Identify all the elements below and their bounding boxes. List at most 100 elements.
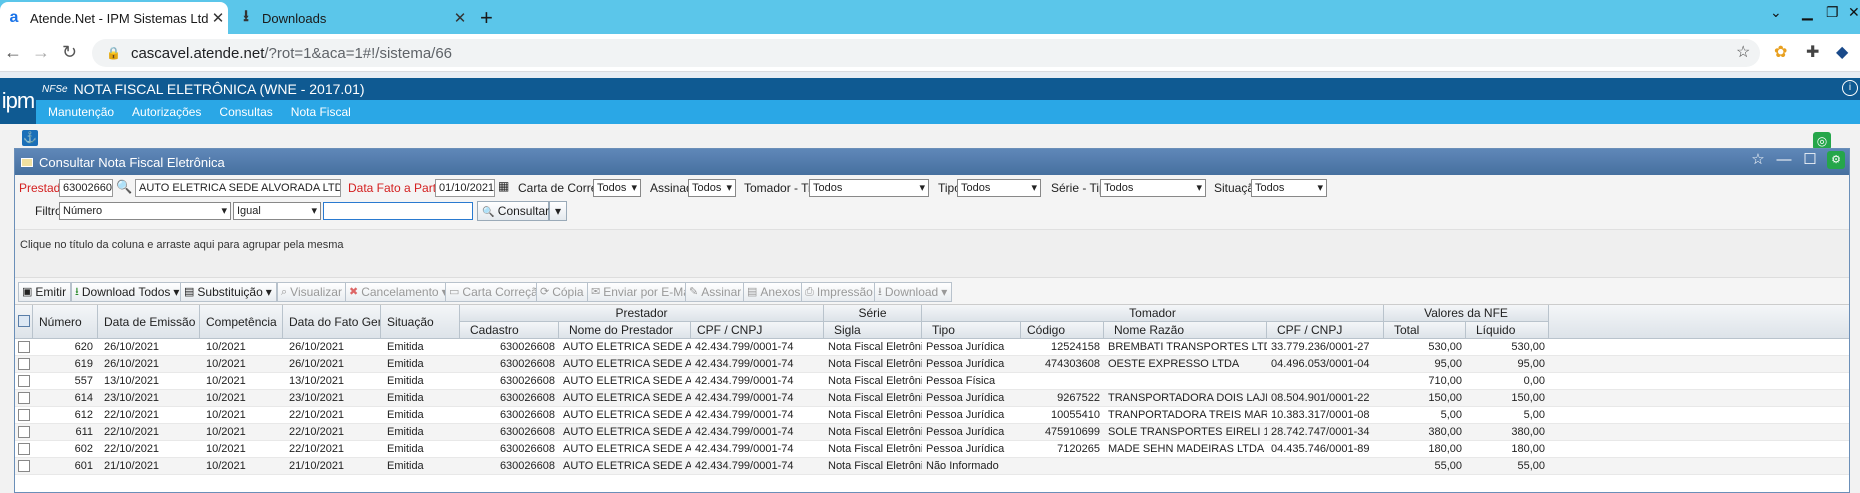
filtro-field-select[interactable]: Número (59, 202, 231, 220)
prestador-code-input[interactable]: 630026608 (59, 179, 113, 197)
data-fato-input[interactable]: 01/10/2021 (435, 179, 495, 197)
table-row[interactable]: 619 26/10/2021 10/2021 26/10/2021 Emitida 630… (15, 356, 1849, 373)
col-situacao[interactable]: Situação (381, 305, 460, 339)
table-row[interactable]: 602 22/10/2021 10/2021 22/10/2021 Emitida 630… (15, 441, 1849, 458)
col-data-emissao[interactable]: Data de Emissão (98, 305, 200, 339)
col-sigla[interactable]: Sigla (824, 322, 922, 339)
back-icon[interactable]: ← (4, 42, 22, 63)
table-row[interactable]: 620 26/10/2021 10/2021 26/10/2021 Emitida 630… (15, 339, 1849, 356)
group-by-area[interactable]: Clique no título da coluna e arraste aqu… (15, 229, 1849, 277)
table-row[interactable]: 557 13/10/2021 10/2021 13/10/2021 Emitida 630… (15, 373, 1849, 390)
minimize-window-icon[interactable]: — (1775, 151, 1793, 169)
search-icon: 🔍 (482, 207, 495, 218)
close-tab-icon[interactable]: ✕ (208, 9, 228, 27)
minimize-icon[interactable]: ▁ (1802, 4, 1813, 21)
browser-tab-downloads[interactable]: ⭳ Downloads ✕ (232, 2, 470, 34)
table-row[interactable]: 611 22/10/2021 10/2021 22/10/2021 Emitida 630… (15, 424, 1849, 441)
bookmark-star-icon[interactable]: ☆ (1736, 42, 1750, 62)
carta-correcao-button[interactable]: ▭ Carta Correção (445, 282, 550, 302)
consultar-dropdown[interactable]: ▾ (549, 201, 567, 221)
table-row[interactable]: 601 21/10/2021 10/2021 21/10/2021 Emitida 630… (15, 458, 1849, 475)
browser-tab-atende[interactable]: a Atende.Net - IPM Sistemas Ltda ✕ (0, 2, 228, 34)
cell-fato: 22/10/2021 (289, 443, 345, 455)
maximize-window-icon[interactable]: ☐ (1801, 151, 1819, 169)
cell-liquido: 180,00 (1511, 443, 1545, 455)
table-row[interactable]: 614 23/10/2021 10/2021 23/10/2021 Emitida 630… (15, 390, 1849, 407)
row-checkbox[interactable] (18, 341, 30, 353)
filtro-value-input[interactable] (323, 202, 473, 220)
col-cpf-cnpj-tomador[interactable]: CPF / CNPJ (1267, 322, 1384, 339)
col-numero[interactable]: Número (33, 305, 98, 339)
forward-icon[interactable]: → (32, 42, 50, 63)
cell-cnpj-p: 42.434.799/0001-74 (695, 341, 794, 353)
col-competencia[interactable]: Competência (200, 305, 283, 339)
assinar-button[interactable]: ✎ Assinar (685, 282, 747, 302)
download-button[interactable]: ⭳ Download ▾ (874, 282, 953, 302)
col-nome-prestador[interactable]: Nome do Prestador (559, 322, 691, 339)
menu-autorizacoes[interactable]: Autorizações (132, 105, 201, 119)
cell-tipo: Pessoa Jurídica (926, 426, 1005, 438)
anexos-button[interactable]: ▤ Anexos (743, 282, 806, 302)
url-field[interactable]: 🔒 cascavel.atende.net /?rot=1&aca=1#!/si… (92, 39, 1760, 67)
menu-nota-fiscal[interactable]: Nota Fiscal (291, 105, 351, 119)
anchor-icon[interactable]: ⚓ (22, 130, 38, 146)
puzzle-icon[interactable]: ✚ (1806, 42, 1819, 62)
extension-icon[interactable]: ✿ (1774, 42, 1787, 62)
cell-competencia: 10/2021 (206, 409, 246, 421)
table-row[interactable]: 612 22/10/2021 10/2021 22/10/2021 Emitida 630… (15, 407, 1849, 424)
profile-icon[interactable]: ◆ (1836, 42, 1848, 62)
search-icon[interactable]: 🔍 (116, 179, 132, 195)
select-all-checkbox[interactable] (18, 315, 30, 327)
row-checkbox[interactable] (18, 375, 30, 387)
reload-icon[interactable]: ↻ (62, 42, 77, 63)
row-checkbox[interactable] (18, 358, 30, 370)
col-nome-razao[interactable]: Nome Razão (1104, 322, 1267, 339)
enviar-email-button[interactable]: ✉ Enviar por E-Mail (587, 282, 701, 302)
window-title-bar: Consultar Nota Fiscal Eletrônica ☆ — ☐ ⚙ (15, 149, 1849, 175)
situacao-select[interactable]: Todos (1251, 179, 1327, 197)
row-checkbox[interactable] (18, 392, 30, 404)
row-checkbox[interactable] (18, 426, 30, 438)
emitir-button[interactable]: ▣ Emitir (18, 282, 72, 302)
tipo-select[interactable]: Todos (957, 179, 1041, 197)
cell-nome-razao (1108, 373, 1267, 390)
menu-manutencao[interactable]: Manutenção (48, 105, 114, 119)
row-checkbox[interactable] (18, 443, 30, 455)
assinada-select[interactable]: Todos (688, 179, 736, 197)
prestador-name-input[interactable]: AUTO ELETRICA SEDE ALVORADA LTDA (135, 179, 341, 197)
browser-tab-bar: a Atende.Net - IPM Sistemas Ltda ✕ ⭳ Dow… (0, 0, 1860, 34)
visualizar-button[interactable]: ⌕ Visualizar (277, 282, 347, 302)
menu-consultas[interactable]: Consultas (219, 105, 272, 119)
favorite-star-icon[interactable]: ☆ (1749, 151, 1767, 169)
consultar-button[interactable]: 🔍 Consultar (477, 201, 549, 221)
calendar-icon[interactable]: ▦ (498, 179, 509, 193)
close-window-icon[interactable]: ✕ (1848, 4, 1860, 21)
col-cadastro[interactable]: Cadastro (460, 322, 559, 339)
copia-button[interactable]: ⟳ Cópia (536, 282, 589, 302)
new-tab-icon[interactable]: + (480, 5, 493, 31)
substituicao-button[interactable]: ▤ Substituição ▾ (180, 282, 277, 302)
col-liquido[interactable]: Líquido (1466, 322, 1549, 339)
chevron-down-icon: ▾ (941, 285, 948, 299)
download-todos-button[interactable]: ⭳ Download Todos ▾ (71, 282, 185, 302)
row-checkbox[interactable] (18, 409, 30, 421)
close-tab-icon[interactable]: ✕ (450, 9, 470, 27)
cell-codigo: 10055410 (1051, 409, 1100, 421)
col-codigo[interactable]: Código (1021, 322, 1104, 339)
gear-icon[interactable]: ⚙ (1827, 151, 1845, 169)
restore-icon[interactable]: ❐ (1826, 4, 1839, 21)
col-tipo[interactable]: Tipo (922, 322, 1021, 339)
carta-correcao-select[interactable]: Todos (593, 179, 641, 197)
cancelamento-button[interactable]: ✖Cancelamento▾ (345, 282, 453, 302)
info-icon[interactable]: i (1842, 80, 1858, 96)
tomador-tipo-select[interactable]: Todos (809, 179, 929, 197)
cell-nome-razao: BREMBATI TRANSPORTES LTDA EPP (1108, 341, 1267, 353)
col-data-fato[interactable]: Data do Fato Ger... (283, 305, 381, 339)
row-checkbox[interactable] (18, 460, 30, 472)
impressao-button[interactable]: ⎙ Impressão (801, 282, 878, 302)
serie-tipo-select[interactable]: Todos (1100, 179, 1206, 197)
filtro-operator-select[interactable]: Igual (233, 202, 321, 220)
col-cpf-cnpj-prestador[interactable]: CPF / CNPJ (691, 322, 824, 339)
col-total[interactable]: Total (1384, 322, 1466, 339)
tab-search-icon[interactable]: ⌄ (1770, 4, 1782, 21)
